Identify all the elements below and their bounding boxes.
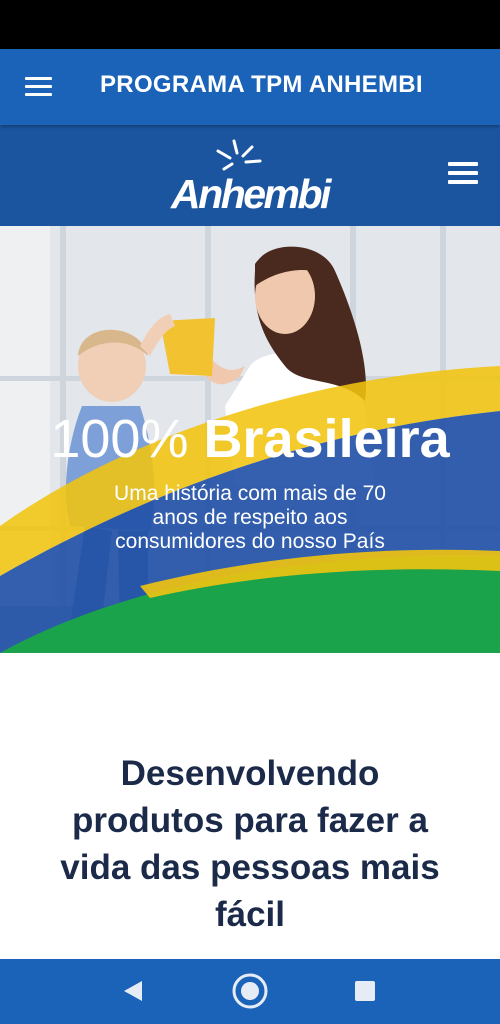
app-title: PROGRAMA TPM ANHEMBI bbox=[100, 71, 423, 98]
tagline-line: vida das pessoas mais bbox=[60, 848, 440, 887]
site-header: Anhembi bbox=[0, 125, 500, 226]
hero-headline: 100% Brasileira bbox=[0, 408, 500, 470]
logo-text: Anhembi bbox=[171, 171, 331, 217]
status-bar bbox=[0, 0, 500, 49]
hero-headline-bold: Brasileira bbox=[203, 409, 450, 469]
tagline-line: Desenvolvendo bbox=[120, 754, 380, 793]
system-nav-bar bbox=[0, 959, 500, 1024]
home-circle-icon[interactable] bbox=[230, 971, 270, 1011]
hero-subtitle-line: consumidores do nosso País bbox=[115, 530, 385, 553]
back-triangle-icon[interactable] bbox=[112, 971, 152, 1011]
tagline-line: produtos para fazer a bbox=[72, 801, 428, 840]
tagline-heading: Desenvolvendo produtos para fazer a vida… bbox=[20, 750, 480, 938]
app-bar: PROGRAMA TPM ANHEMBI bbox=[0, 49, 500, 125]
hero-subtitle: Uma história com mais de 70 anos de resp… bbox=[60, 482, 440, 554]
tagline-line: fácil bbox=[214, 895, 286, 934]
hero-banner: 100% Brasileira Uma história com mais de… bbox=[0, 226, 500, 653]
anhembi-logo[interactable]: Anhembi bbox=[150, 135, 350, 221]
hero-subtitle-line: Uma história com mais de 70 bbox=[114, 482, 386, 505]
hero-headline-light: 100% bbox=[50, 409, 189, 469]
hero-subtitle-line: anos de respeito aos bbox=[152, 506, 348, 529]
recents-square-icon[interactable] bbox=[345, 971, 385, 1011]
hamburger-menu-icon[interactable] bbox=[25, 77, 52, 97]
site-menu-icon[interactable] bbox=[448, 162, 478, 186]
